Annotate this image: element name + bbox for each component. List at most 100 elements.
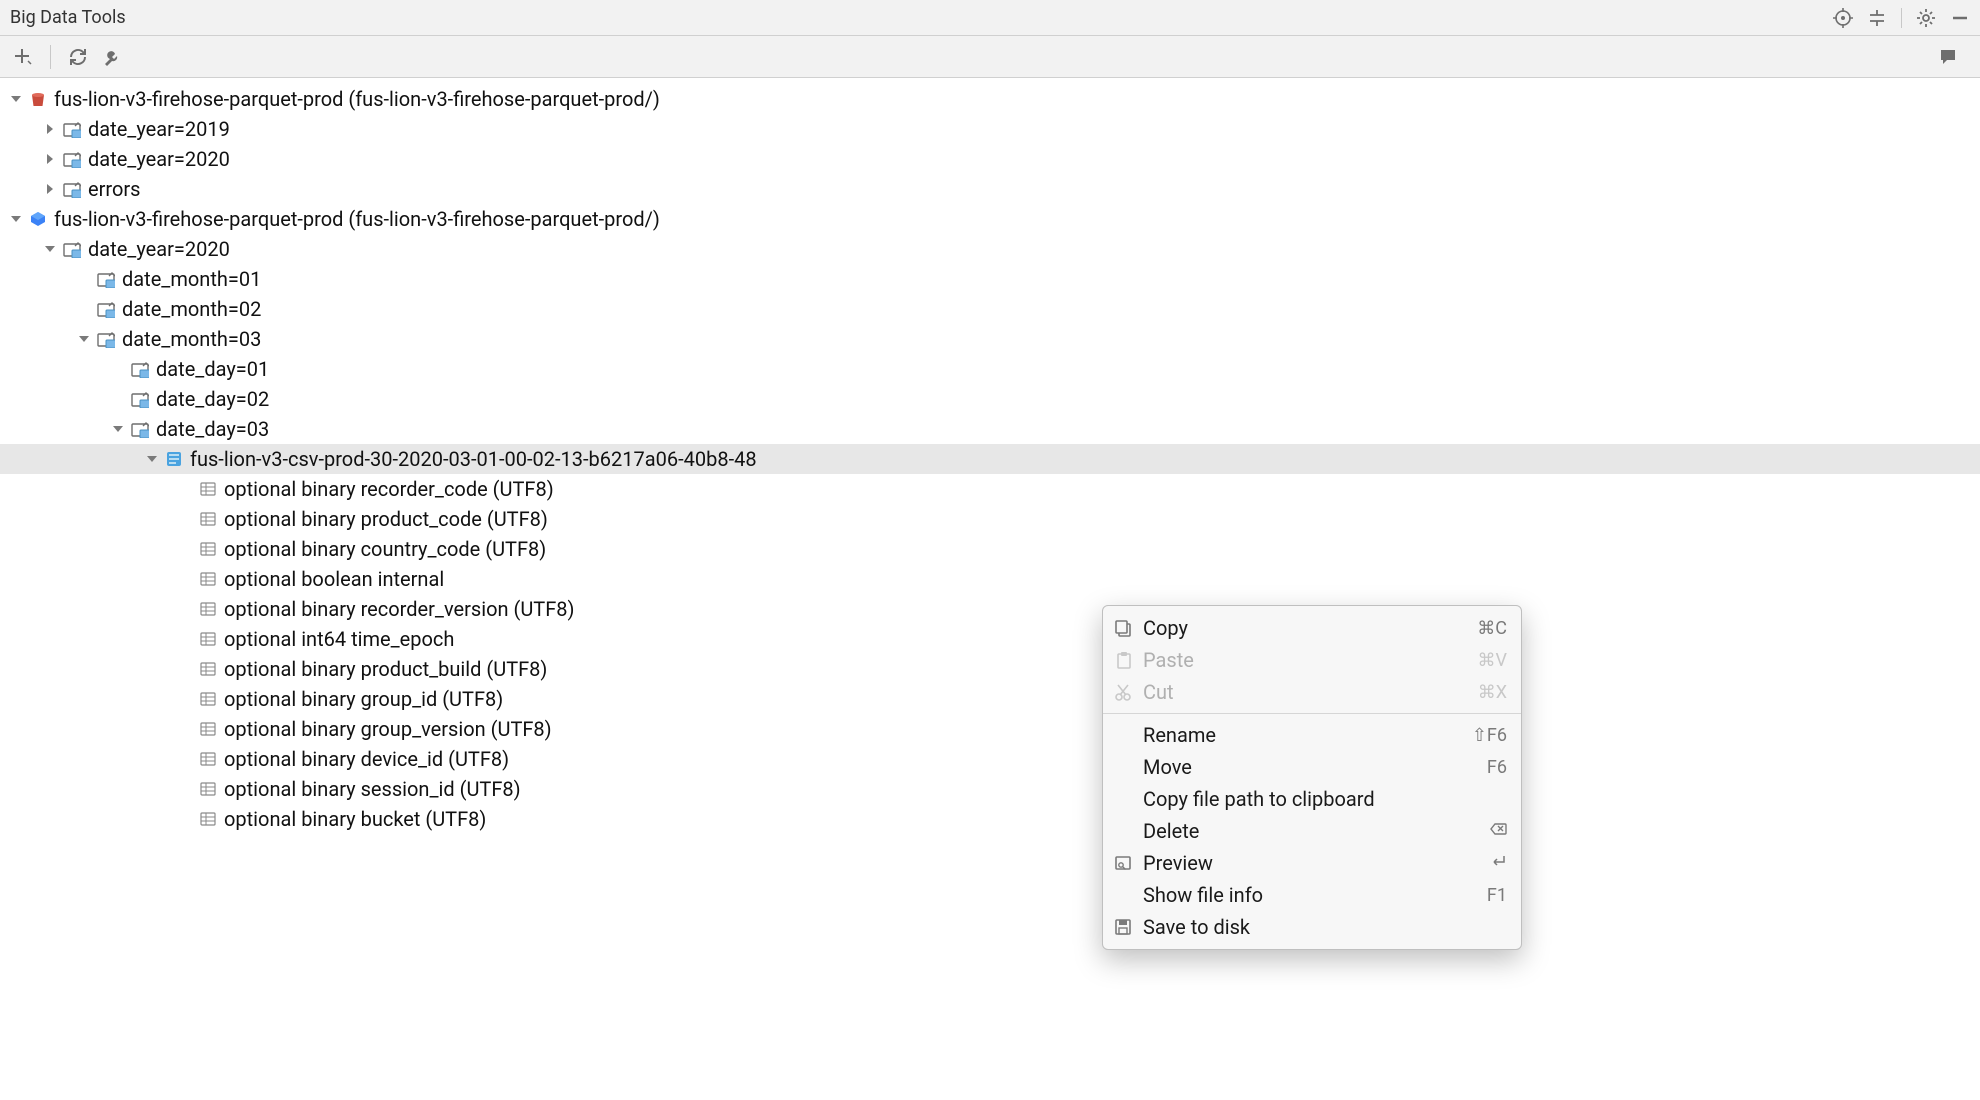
tree-row[interactable]: date_month=01 <box>0 264 1980 294</box>
chevron-right-icon[interactable] <box>42 181 58 197</box>
tree-row[interactable]: optional binary country_code (UTF8) <box>0 534 1980 564</box>
tree-node-label: optional binary group_id (UTF8) <box>224 684 503 715</box>
menu-icon-spacer <box>1113 821 1133 841</box>
tree-node-label: optional binary device_id (UTF8) <box>224 744 509 775</box>
menu-item[interactable]: Delete <box>1103 815 1521 847</box>
indent-spacer <box>0 759 178 760</box>
tree-row[interactable]: errors <box>0 174 1980 204</box>
paste-icon <box>1113 650 1133 670</box>
tree-row[interactable]: optional binary bucket (UTF8) <box>0 804 1980 834</box>
toolbar <box>0 36 1980 78</box>
tree-node-label: date_year=2020 <box>88 234 230 265</box>
tree-node-label: fus-lion-v3-firehose-parquet-prod (fus-l… <box>54 204 660 235</box>
tree-row[interactable]: optional binary product_build (UTF8) <box>0 654 1980 684</box>
indent-spacer <box>0 249 42 250</box>
target-icon[interactable] <box>1833 8 1853 28</box>
menu-item[interactable]: Copy file path to clipboard <box>1103 783 1521 815</box>
indent-spacer <box>0 129 42 130</box>
indent-spacer <box>0 819 178 820</box>
menu-item-label: Rename <box>1143 723 1462 747</box>
column-field-icon <box>198 599 218 619</box>
panel-title: Big Data Tools <box>10 7 126 28</box>
tree-row[interactable]: optional binary device_id (UTF8) <box>0 744 1980 774</box>
gear-icon[interactable] <box>1916 8 1936 28</box>
split-icon[interactable] <box>1867 8 1887 28</box>
tree-row[interactable]: optional binary product_code (UTF8) <box>0 504 1980 534</box>
file-tree[interactable]: fus-lion-v3-firehose-parquet-prod (fus-l… <box>0 78 1980 834</box>
tree-row[interactable]: optional binary group_version (UTF8) <box>0 714 1980 744</box>
tree-row[interactable]: optional binary recorder_version (UTF8) <box>0 594 1980 624</box>
tree-node-label: optional binary bucket (UTF8) <box>224 804 486 835</box>
tree-row[interactable]: fus-lion-v3-firehose-parquet-prod (fus-l… <box>0 84 1980 114</box>
tree-node-label: optional binary recorder_code (UTF8) <box>224 474 554 505</box>
menu-item[interactable]: Preview <box>1103 847 1521 879</box>
tree-row[interactable]: fus-lion-v3-csv-prod-30-2020-03-01-00-02… <box>0 444 1980 474</box>
tree-node-label: optional boolean internal <box>224 564 444 595</box>
menu-item[interactable]: Save to disk <box>1103 911 1521 943</box>
tree-node-label: date_day=01 <box>156 354 269 385</box>
folder-partition-icon <box>62 239 82 259</box>
chevron-down-icon[interactable] <box>76 331 92 347</box>
menu-item-label: Copy file path to clipboard <box>1143 787 1507 811</box>
menu-item-label: Cut <box>1143 680 1468 704</box>
column-field-icon <box>198 689 218 709</box>
chevron-right-icon[interactable] <box>42 121 58 137</box>
folder-partition-icon <box>62 149 82 169</box>
chevron-right-icon[interactable] <box>42 151 58 167</box>
chevron-down-icon[interactable] <box>8 211 24 227</box>
menu-item[interactable]: Show file infoF1 <box>1103 879 1521 911</box>
context-menu[interactable]: Copy⌘CPaste⌘VCut⌘XRename⇧F6MoveF6Copy fi… <box>1102 605 1522 950</box>
chevron-down-icon[interactable] <box>8 91 24 107</box>
tree-row[interactable]: optional boolean internal <box>0 564 1980 594</box>
indent-spacer <box>0 549 178 550</box>
minimize-icon[interactable] <box>1950 8 1970 28</box>
menu-item[interactable]: MoveF6 <box>1103 751 1521 783</box>
tree-row[interactable]: fus-lion-v3-firehose-parquet-prod (fus-l… <box>0 204 1980 234</box>
tree-row[interactable]: optional binary session_id (UTF8) <box>0 774 1980 804</box>
settings-button[interactable] <box>99 44 125 70</box>
menu-shortcut-icon <box>1489 852 1507 875</box>
folder-partition-icon <box>62 179 82 199</box>
tree-row[interactable]: date_day=03 <box>0 414 1980 444</box>
bucket-red-icon <box>28 89 48 109</box>
menu-item-label: Preview <box>1143 851 1479 875</box>
copy-icon <box>1113 618 1133 638</box>
bucket-blue-icon <box>28 209 48 229</box>
menu-item: Cut⌘X <box>1103 676 1521 708</box>
feedback-icon[interactable] <box>1936 45 1960 69</box>
menu-icon-spacer <box>1113 725 1133 745</box>
tree-row[interactable]: date_year=2019 <box>0 114 1980 144</box>
tree-node-label: optional binary group_version (UTF8) <box>224 714 552 745</box>
tree-row[interactable]: date_day=02 <box>0 384 1980 414</box>
tree-node-label: errors <box>88 174 140 205</box>
tree-node-label: date_month=02 <box>122 294 261 325</box>
indent-spacer <box>0 429 110 430</box>
indent-spacer <box>0 159 42 160</box>
tree-node-label: optional binary country_code (UTF8) <box>224 534 546 565</box>
indent-spacer <box>0 219 8 220</box>
menu-item[interactable]: Copy⌘C <box>1103 612 1521 644</box>
tree-row[interactable]: date_year=2020 <box>0 144 1980 174</box>
tree-row[interactable]: date_year=2020 <box>0 234 1980 264</box>
tree-row[interactable]: optional binary recorder_code (UTF8) <box>0 474 1980 504</box>
folder-partition-icon <box>96 329 116 349</box>
add-button[interactable] <box>10 44 36 70</box>
menu-item-label: Move <box>1143 755 1477 779</box>
tree-row[interactable]: optional binary group_id (UTF8) <box>0 684 1980 714</box>
tree-node-label: optional binary session_id (UTF8) <box>224 774 521 805</box>
tree-row[interactable]: optional int64 time_epoch <box>0 624 1980 654</box>
indent-spacer <box>0 789 178 790</box>
tree-node-label: optional int64 time_epoch <box>224 624 454 655</box>
chevron-down-icon[interactable] <box>110 421 126 437</box>
cut-icon <box>1113 682 1133 702</box>
tree-row[interactable]: date_month=03 <box>0 324 1980 354</box>
refresh-button[interactable] <box>65 44 91 70</box>
menu-item-label: Save to disk <box>1143 915 1507 939</box>
menu-icon-spacer <box>1113 789 1133 809</box>
tree-row[interactable]: date_day=01 <box>0 354 1980 384</box>
menu-item[interactable]: Rename⇧F6 <box>1103 719 1521 751</box>
chevron-down-icon[interactable] <box>42 241 58 257</box>
tree-row[interactable]: date_month=02 <box>0 294 1980 324</box>
chevron-down-icon[interactable] <box>144 451 160 467</box>
column-field-icon <box>198 539 218 559</box>
